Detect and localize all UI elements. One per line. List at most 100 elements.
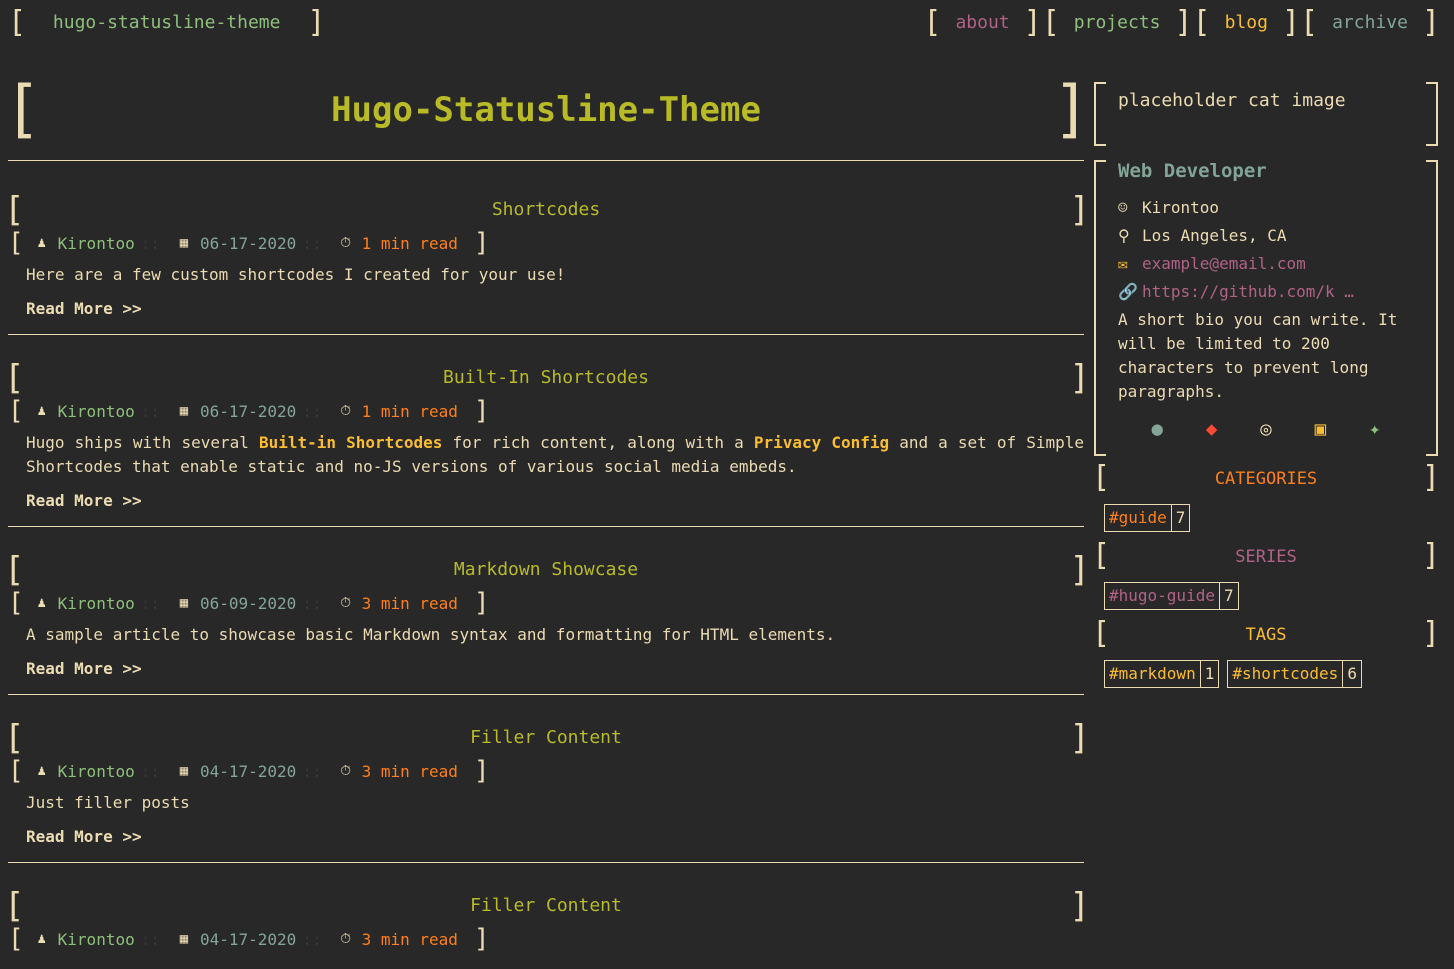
post-read-time: 1 min read <box>361 233 458 253</box>
read-more-link[interactable]: Read More >> <box>26 491 1084 510</box>
website-link[interactable]: https://github.com/k … <box>1142 282 1354 301</box>
post-author: Kirontoo <box>57 593 135 613</box>
calendar-icon: ▦ <box>179 235 189 251</box>
profile-email-row: ✉ example@email.com <box>1118 250 1414 278</box>
nav-about[interactable]: [about] <box>923 8 1041 38</box>
twitter-icon[interactable]: ✦ <box>1369 418 1380 440</box>
categories-heading: [CATEGORIES] <box>1092 460 1440 495</box>
clock-icon: ⏱ <box>340 763 352 779</box>
github-icon[interactable]: ◆ <box>1206 418 1217 440</box>
nav-archive[interactable]: [archive] <box>1300 8 1440 38</box>
profile-bio: A short bio you can write. It will be li… <box>1118 310 1398 401</box>
link-icon: 🔗 <box>1118 282 1138 301</box>
profile-location-row: ⚲ Los Angeles, CA <box>1118 222 1414 250</box>
post-excerpt: Just filler posts <box>26 793 190 812</box>
instagram-icon[interactable]: ◎ <box>1260 418 1271 440</box>
main-nav: [about] [projects] [blog] [archive] <box>923 8 1440 38</box>
post-read-time: 3 min read <box>361 593 458 613</box>
nav-projects-label: projects <box>1073 12 1161 33</box>
post-author: Kirontoo <box>57 929 135 949</box>
series-heading: [SERIES] <box>1092 538 1440 573</box>
post-read-time: 3 min read <box>361 929 458 949</box>
tags-heading: [TAGS] <box>1092 616 1440 651</box>
post-excerpt: A sample article to showcase basic Markd… <box>26 625 836 644</box>
post-date: 04-17-2020 <box>199 761 297 781</box>
post-author: Kirontoo <box>57 233 135 253</box>
top-bar: [ hugo-statusline-theme ] [about] [proje… <box>0 0 1454 50</box>
calendar-icon: ▦ <box>179 595 189 611</box>
nav-blog-label: blog <box>1224 12 1268 33</box>
category-chips: #guide 7 <box>1094 494 1438 532</box>
user-icon: ♟ <box>37 403 46 419</box>
user-icon: ♟ <box>37 235 46 251</box>
post-card: [Filler Content] [♟ Kirontoo :: ▦ 04-17-202… <box>4 886 1090 954</box>
profile-info: Web Developer ☺ Kirontoo ⚲ Los Angeles, CA… <box>1094 160 1438 456</box>
post-title[interactable]: Filler Content <box>8 723 1084 753</box>
profile-card: placeholder cat image <box>1094 82 1438 146</box>
hero: [] Hugo-Statusline-Theme <box>4 78 1090 161</box>
post-date: 06-09-2020 <box>199 593 297 613</box>
post-author: Kirontoo <box>57 401 135 421</box>
clock-icon: ⏱ <box>340 595 352 611</box>
clock-icon: ⏱ <box>340 931 352 947</box>
linkedin-icon[interactable]: ▣ <box>1315 418 1326 440</box>
post-title[interactable]: Filler Content <box>8 891 1084 921</box>
post-date: 06-17-2020 <box>199 401 297 421</box>
nav-about-label: about <box>955 12 1010 33</box>
post-meta: [♟ Kirontoo :: ▦ 06-09-2020 :: ⏱ 3 min read ] <box>8 588 490 618</box>
post-title[interactable]: Markdown Showcase <box>8 555 1084 585</box>
nav-projects[interactable]: [projects] <box>1042 8 1193 38</box>
site-title-label: hugo-statusline-theme <box>52 12 281 33</box>
post-list: [] Hugo-Statusline-Theme [Shortcodes] [♟… <box>4 78 1090 969</box>
clock-icon: ⏱ <box>340 403 352 419</box>
post-read-time: 1 min read <box>361 401 458 421</box>
category-chip-guide[interactable]: #guide 7 <box>1104 504 1191 532</box>
clock-icon: ⏱ <box>340 235 352 251</box>
post-card: [Filler Content] [♟ Kirontoo :: ▦ 04-17-202… <box>4 695 1090 863</box>
profile-website-row: 🔗 https://github.com/k … <box>1118 278 1414 306</box>
post-card: [Shortcodes] [♟ Kirontoo :: ▦ 06-17-2020 ::… <box>4 161 1090 335</box>
read-more-link[interactable]: Read More >> <box>26 299 1084 318</box>
series-chip-hugo-guide[interactable]: #hugo-guide 7 <box>1104 582 1239 610</box>
post-title[interactable]: Shortcodes <box>8 195 1084 225</box>
post-author: Kirontoo <box>57 761 135 781</box>
post-card: [Built-In Shortcodes] [♟ Kirontoo :: ▦ 06-1… <box>4 335 1090 527</box>
nav-archive-label: archive <box>1332 12 1408 33</box>
post-date: 04-17-2020 <box>199 929 297 949</box>
social-links: ● ◆ ◎ ▣ ✦ <box>1118 404 1414 446</box>
read-more-link[interactable]: Read More >> <box>26 827 1084 846</box>
post-meta: [♟ Kirontoo :: ▦ 06-17-2020 :: ⏱ 1 min read ] <box>8 228 490 258</box>
post-meta: [♟ Kirontoo :: ▦ 06-17-2020 :: ⏱ 1 min read ] <box>8 396 490 426</box>
calendar-icon: ▦ <box>179 403 189 419</box>
calendar-icon: ▦ <box>179 931 189 947</box>
facebook-icon[interactable]: ● <box>1151 418 1162 440</box>
post-title[interactable]: Built-In Shortcodes <box>8 363 1084 393</box>
profile-name-row: ☺ Kirontoo <box>1118 194 1414 222</box>
user-icon: ♟ <box>37 595 46 611</box>
privacy-config-link[interactable]: Privacy Config <box>754 433 889 452</box>
post-card: [Markdown Showcase] [♟ Kirontoo :: ▦ 06-09-… <box>4 527 1090 695</box>
tag-chip-markdown[interactable]: #markdown 1 <box>1104 660 1220 688</box>
user-icon: ♟ <box>37 763 46 779</box>
post-read-time: 3 min read <box>361 761 458 781</box>
post-excerpt: Here are a few custom shortcodes I creat… <box>26 265 566 284</box>
post-meta: [♟ Kirontoo :: ▦ 04-17-2020 :: ⏱ 3 min read ] <box>8 924 490 954</box>
email-link[interactable]: example@email.com <box>1142 254 1306 273</box>
series-chips: #hugo-guide 7 <box>1094 572 1438 610</box>
read-more-link[interactable]: Read More >> <box>26 659 1084 678</box>
post-meta: [♟ Kirontoo :: ▦ 04-17-2020 :: ⏱ 3 min read ] <box>8 756 490 786</box>
profile-job-title: Web Developer <box>1118 160 1267 182</box>
user-icon: ♟ <box>37 931 46 947</box>
calendar-icon: ▦ <box>179 763 189 779</box>
site-title-link[interactable]: [ hugo-statusline-theme ] <box>8 8 325 38</box>
tag-chip-shortcodes[interactable]: #shortcodes 6 <box>1227 660 1362 688</box>
page-title: Hugo-Statusline-Theme <box>331 90 761 130</box>
nav-blog[interactable]: [blog] <box>1193 8 1300 38</box>
sidebar: placeholder cat image Web Developer ☺ Kir… <box>1092 82 1440 688</box>
user-circle-icon: ☺ <box>1118 198 1128 217</box>
map-pin-icon: ⚲ <box>1118 226 1130 245</box>
envelope-icon: ✉ <box>1118 254 1128 273</box>
post-excerpt: Hugo ships with several Built-in Shortco… <box>26 433 1085 476</box>
post-date: 06-17-2020 <box>199 233 297 253</box>
built-in-shortcodes-link[interactable]: Built-in Shortcodes <box>259 433 442 452</box>
